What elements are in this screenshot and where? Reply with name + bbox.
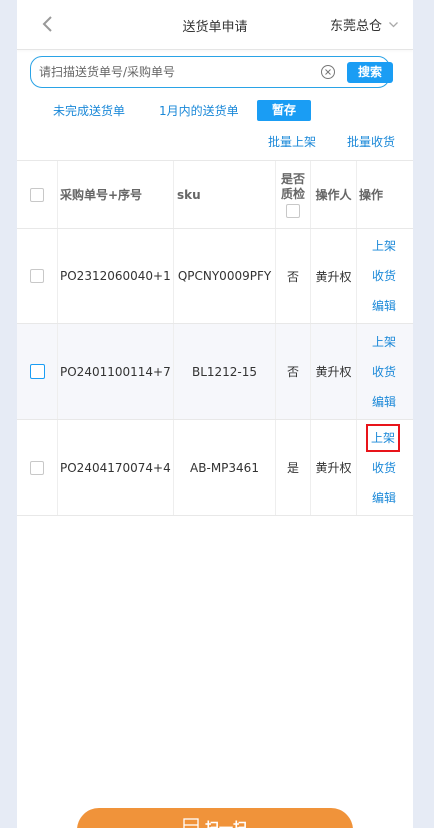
row-checkbox[interactable] [29, 364, 45, 379]
receive-link[interactable]: 收货 [372, 453, 396, 483]
header-bar: 送货单申请 东莞总仓 [17, 0, 413, 50]
row-checkbox-cell [17, 324, 58, 419]
search-bar: 搜索 [30, 56, 393, 88]
shelve-link-highlighted[interactable]: 上架 [365, 423, 401, 452]
sku-cell: AB-MP3461 [174, 420, 276, 515]
header-actions: 操作 [359, 188, 384, 202]
app-screen: 送货单申请 东莞总仓 搜索 未完成送货单 1月内的送货单 暂存 批量上架 批量收… [17, 0, 413, 828]
header-sku: sku [174, 161, 276, 228]
qc-cell: 是 [276, 420, 311, 515]
shelve-link[interactable]: 上架 [372, 327, 396, 357]
operator-cell: 黄升权 [311, 324, 357, 419]
operator-cell: 黄升权 [311, 420, 357, 515]
header-qc-line1: 是否 [280, 171, 305, 186]
qc-cell: 否 [276, 324, 311, 419]
header-checkbox-cell [17, 161, 58, 228]
delivery-table: 采购单号+序号 sku 是否 质检 操作人 操作 PO2312060040+1 … [17, 160, 413, 516]
qc-cell: 否 [276, 229, 311, 323]
scan-button[interactable]: 扫一扫 [77, 808, 353, 828]
table-row: PO2312060040+1 QPCNY0009PFY 否 黄升权 上架 收货 … [17, 229, 413, 324]
draft-button[interactable]: 暂存 [257, 100, 311, 121]
org-selector[interactable]: 东莞总仓 [330, 15, 399, 34]
qc-all-checkbox[interactable] [286, 203, 300, 218]
row-checkbox[interactable] [30, 460, 44, 475]
po-cell: PO2401100114+7 [58, 324, 174, 419]
search-button[interactable]: 搜索 [347, 62, 393, 83]
actions-cell: 上架 收货 编辑 [357, 420, 413, 515]
batch-shelve-link[interactable]: 批量上架 [268, 133, 316, 150]
edit-link[interactable]: 编辑 [372, 387, 396, 417]
row-checkbox[interactable] [30, 269, 44, 283]
sku-cell: QPCNY0009PFY [174, 229, 276, 323]
search-input[interactable] [39, 62, 299, 82]
actions-cell: 上架 收货 编辑 [357, 229, 413, 323]
receive-link[interactable]: 收货 [372, 261, 396, 291]
receive-link[interactable]: 收货 [372, 357, 396, 387]
clear-circle-icon[interactable] [320, 64, 336, 80]
select-all-checkbox[interactable] [30, 187, 44, 202]
po-cell: PO2404170074+4 [58, 420, 174, 515]
shelve-link[interactable]: 上架 [372, 231, 396, 261]
row-checkbox-cell [17, 229, 58, 323]
filter-incomplete-link[interactable]: 未完成送货单 [53, 102, 125, 119]
po-cell: PO2312060040+1 [58, 229, 174, 323]
scan-icon [183, 818, 199, 828]
chevron-down-icon [389, 22, 398, 28]
sku-cell: BL1212-15 [174, 324, 276, 419]
table-row: PO2401100114+7 BL1212-15 否 黄升权 上架 收货 编辑 [17, 324, 413, 420]
edit-link[interactable]: 编辑 [372, 291, 396, 321]
filter-january-link[interactable]: 1月内的送货单 [159, 102, 239, 119]
operator-cell: 黄升权 [311, 229, 357, 323]
row-checkbox-cell [17, 420, 58, 515]
table-row: PO2404170074+4 AB-MP3461 是 黄升权 上架 收货 编辑 [17, 420, 413, 516]
batch-receive-link[interactable]: 批量收货 [347, 133, 395, 150]
header-po: 采购单号+序号 [58, 161, 174, 228]
org-label: 东莞总仓 [329, 19, 382, 34]
header-qc: 是否 质检 [276, 161, 311, 228]
actions-cell: 上架 收货 编辑 [357, 324, 413, 419]
header-operator: 操作人 [311, 161, 357, 228]
scan-label: 扫一扫 [205, 818, 247, 828]
edit-link[interactable]: 编辑 [372, 483, 396, 513]
header-qc-line2: 质检 [280, 186, 305, 201]
table-header-row: 采购单号+序号 sku 是否 质检 操作人 操作 [17, 161, 413, 229]
